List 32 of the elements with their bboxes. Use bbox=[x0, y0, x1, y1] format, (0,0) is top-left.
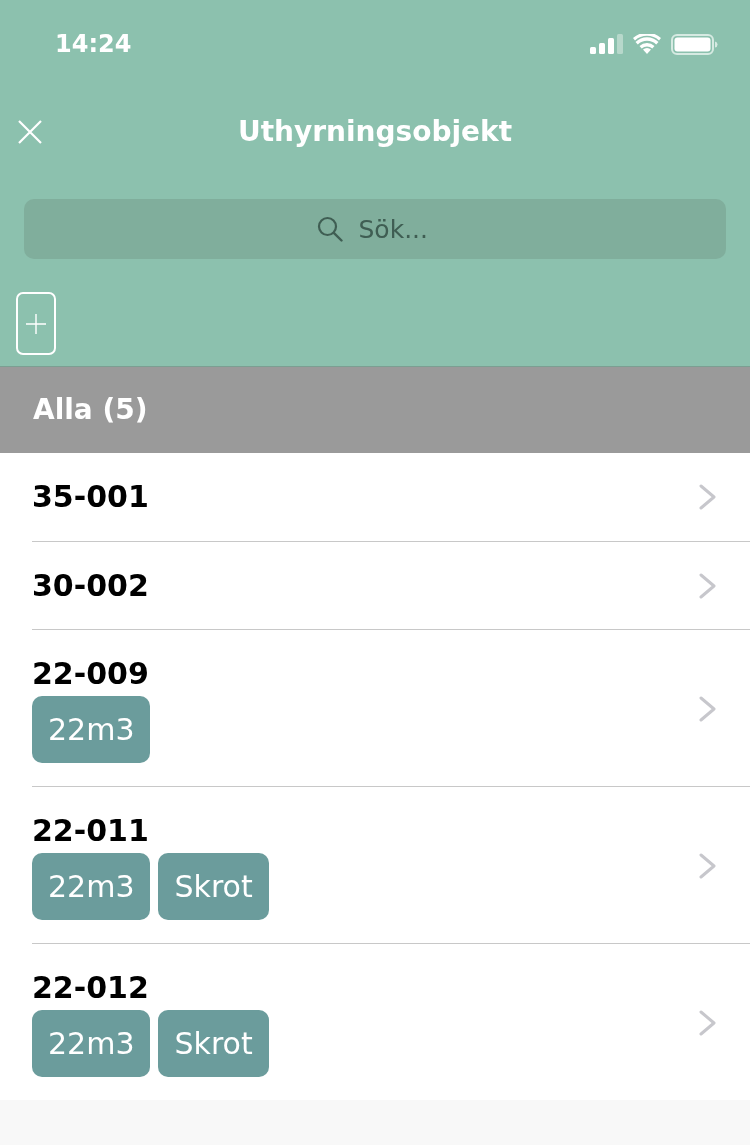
signal-icon bbox=[590, 34, 623, 54]
list-item[interactable]: 30-002 bbox=[32, 541, 750, 629]
list-item[interactable]: 22-009 22m3 bbox=[32, 629, 750, 786]
tag: 22m3 bbox=[32, 696, 151, 763]
item-title: 22-011 bbox=[32, 812, 149, 850]
close-icon bbox=[18, 120, 42, 144]
item-title: 22-012 bbox=[32, 969, 149, 1007]
close-button[interactable] bbox=[18, 120, 42, 144]
item-title: 35-001 bbox=[32, 478, 149, 516]
search-icon bbox=[316, 216, 343, 242]
tag: Skrot bbox=[158, 1010, 269, 1077]
tag: 22m3 bbox=[32, 1010, 151, 1077]
list-item[interactable]: 35-001 bbox=[32, 453, 750, 541]
chevron-icon bbox=[699, 696, 717, 722]
chevron-icon bbox=[699, 572, 717, 599]
wifi-icon bbox=[633, 34, 661, 54]
chevron-icon bbox=[699, 853, 717, 879]
chevron-icon bbox=[699, 1010, 717, 1036]
list-item[interactable]: 22-011 22m3 Skrot bbox=[32, 786, 750, 943]
status-time: 14:24 bbox=[55, 29, 132, 59]
search-input[interactable]: Sök... bbox=[358, 212, 434, 246]
battery-icon bbox=[671, 33, 718, 55]
tag: Skrot bbox=[158, 853, 269, 920]
screen-title: Uthyrningsobjekt bbox=[237, 114, 513, 150]
item-title: 22-009 bbox=[32, 655, 149, 693]
item-title: 30-002 bbox=[32, 566, 149, 605]
chevron-icon bbox=[699, 484, 717, 510]
list-item[interactable]: 22-012 22m3 Skrot bbox=[32, 943, 750, 1100]
plus-icon bbox=[26, 313, 46, 334]
tag: 22m3 bbox=[32, 853, 151, 920]
section-title: Alla (5) bbox=[33, 392, 148, 428]
add-button[interactable] bbox=[16, 292, 56, 355]
